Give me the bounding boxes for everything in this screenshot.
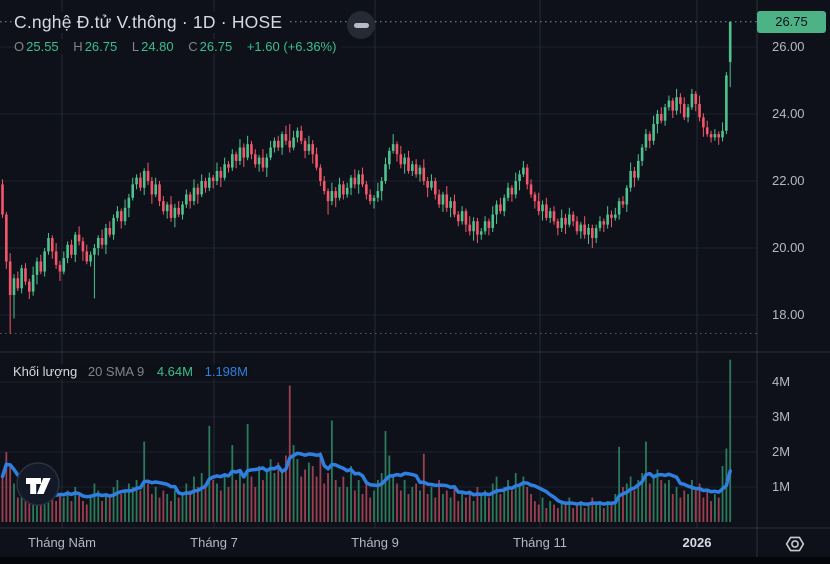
close-value: 26.75 [199,39,233,54]
high-label: H [73,39,83,54]
low-value: 24.80 [141,39,174,54]
time-tick-label: 2026 [682,535,712,550]
volume-params: 20 SMA 9 [87,364,145,379]
collapse-legend-button[interactable] [347,11,375,39]
minimize-icon [353,22,369,28]
time-tick-label: Tháng Năm [28,535,96,550]
price-tick-label: 26.00 [772,38,805,54]
ohlc-row: O 25.55 H 26.75 L 24.80 C 26.75 +1.60 (+6.36… [14,39,343,54]
volume-title[interactable]: Khối lượng [13,364,77,379]
open-value: 25.55 [26,39,59,54]
time-tick-label: Tháng 7 [190,535,238,550]
price-tick-label: 20.00 [772,240,805,256]
settings-button[interactable] [782,531,808,557]
tradingview-logo-icon [16,462,60,506]
volume-tick-label: 4M [772,374,791,390]
volume-tick-label: 3M [772,409,791,425]
tradingview-logo[interactable] [16,462,60,506]
volume-tick-label: 2M [772,444,791,460]
volume-sma-value: 1.198M [204,364,248,379]
low-label: L [131,39,140,54]
price-tick-label: 24.00 [772,105,805,121]
volume-tick-label: 1M [772,479,791,495]
price-tick-label: 22.00 [772,173,805,189]
symbol-title[interactable]: C.nghệ Đ.tử V.thông · 1D · HOSE [14,12,289,33]
time-tick-label: Tháng 9 [351,535,399,550]
gear-icon [785,536,805,552]
time-tick-label: Tháng 11 [513,535,567,550]
chart-window: C.nghệ Đ.tử V.thông · 1D · HOSE O 25.55 H… [0,0,830,564]
change-value: +1.60 (+6.36%) [246,39,337,54]
volume-legend: Khối lượng 20 SMA 9 4.64M 1.198M [13,364,252,379]
chart-canvas[interactable] [0,0,830,564]
last-price-badge: 26.75 [757,10,826,33]
price-tick-label: 18.00 [772,307,805,323]
open-label: O [14,39,25,54]
high-value: 26.75 [84,39,118,54]
close-label: C [188,39,198,54]
volume-value: 4.64M [156,364,193,379]
